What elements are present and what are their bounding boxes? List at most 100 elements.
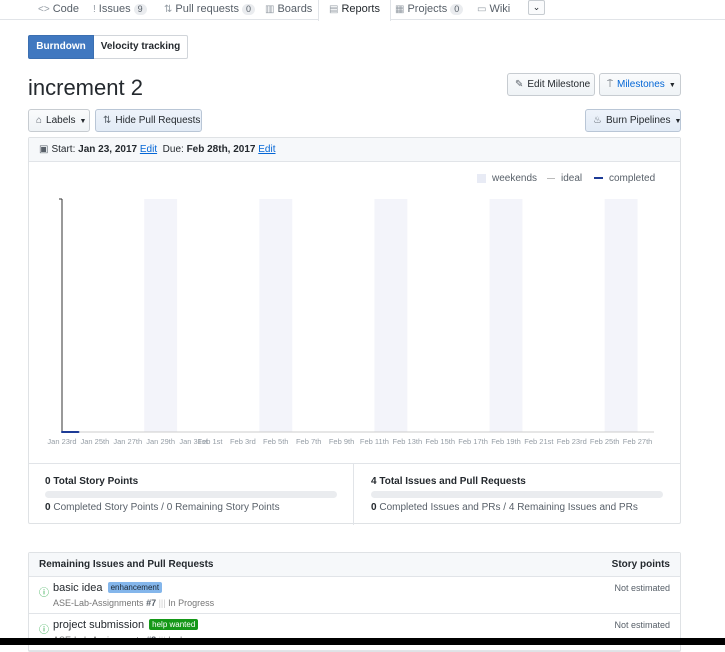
x-tick-label: Feb 21st [524,437,554,446]
remaining-issues-panel: Remaining Issues and Pull Requests Story… [28,552,681,652]
labels-label: Labels [46,115,76,126]
start-date: Jan 23, 2017 [78,144,138,155]
chevron-down-icon: ⌄ [532,2,541,12]
burndown-chart: Jan 23rd Jan 25th Jan 27th Jan 29th Jan 31st… [47,198,654,446]
x-tick-label: Feb 3rd [230,437,256,446]
calendar-icon: ▣ [39,144,49,155]
pull-request-icon: ⇅ [103,115,112,126]
caret-down-icon: ▼ [674,118,682,125]
hide-pull-requests-label: Hide Pull Requests [115,115,201,126]
burn-pipelines-label: Burn Pipelines [605,115,671,126]
stats-section: 0 Total Story Points 0 Completed Story P… [29,463,680,525]
tab-projects-label: Projects [407,3,448,15]
x-tick-label: Feb 11th [360,437,389,446]
issue-estimate: Not estimated [614,620,670,630]
burndown-toggle-button[interactable]: Burndown [28,35,94,59]
total-issues: 4 Total Issues and Pull Requests [371,476,526,487]
projects-count-badge: 0 [450,4,464,15]
tab-reports[interactable]: ▤ Reports [318,0,391,21]
code-icon: <> [38,4,50,15]
story-points-stat: 0 Total Story Points 0 Completed Story P… [29,464,354,525]
story-points-breakdown: 0 Completed Story Points / 0 Remaining S… [45,502,280,513]
x-tick-label: Jan 27th [113,437,142,446]
milestone-dates-bar: ▣ Start: Jan 23, 2017 Edit Due: Feb 28th,… [29,138,680,162]
story-points-progress-bar [45,491,337,498]
repo-nav: <> Code ! Issues 9 ⇅ Pull requests 0 ▥ Boards … [0,0,725,21]
edit-due-date-link[interactable]: Edit [258,144,275,155]
x-tick-label: Jan 29th [146,437,175,446]
story-points-column-header: Story points [611,559,670,570]
issues-count-badge: 9 [133,4,147,15]
x-tick-label: Feb 9th [329,437,354,446]
hide-pull-requests-button[interactable]: ⇅ Hide Pull Requests [95,109,202,132]
issue-opened-icon: ⓘ [39,625,49,636]
weekend-band [374,199,408,432]
tag-icon: ⌂ [36,115,43,126]
issue-icon: ! [93,4,96,15]
pencil-icon: ✎ [515,79,524,90]
book-icon: ▭ [477,4,487,15]
burn-pipelines-dropdown-button[interactable]: ♨ Burn Pipelines ▼ [585,109,681,132]
issues-header-title: Remaining Issues and Pull Requests [39,559,214,570]
label-badge: help wanted [149,619,199,630]
tab-issues-label: Issues [98,3,131,15]
tab-issues[interactable]: ! Issues 9 [93,0,147,20]
weekend-band [259,199,293,432]
taskbar-edge [0,638,725,645]
issue-title-link[interactable]: project submission help wanted [53,619,199,631]
weekend-band [604,199,638,432]
flame-icon: ♨ [593,115,602,126]
series-completed-point [61,431,63,433]
weekend-band [144,199,178,432]
caret-down-icon: ▼ [668,82,676,89]
tab-code[interactable]: <> Code [38,0,79,20]
x-tick-label: Feb 7th [296,437,321,446]
issue-meta: ASE-Lab-Assignments #7 ||| In Progress [53,598,215,608]
labels-filter-button[interactable]: ⌂ Labels ▼ [28,109,90,132]
x-tick-label: Jan 25th [80,437,109,446]
graph-icon: ▤ [329,4,339,15]
edit-milestone-button[interactable]: ✎ Edit Milestone [507,73,595,96]
milestones-label: Milestones [617,79,665,90]
issues-breakdown: 0 Completed Issues and PRs / 4 Remaining… [371,502,638,513]
tab-boards-label: Boards [277,3,313,15]
x-tick-label: Feb 5th [263,437,288,446]
x-tick-label: Feb 17th [458,437,488,446]
start-label: Start: [51,144,76,155]
completed-swatch [594,177,603,180]
project-icon: ▦ [395,4,405,15]
tab-projects[interactable]: ▦ Projects 0 [395,0,464,20]
weekend-band [489,199,523,432]
tab-reports-label: Reports [341,3,380,15]
legend-weekends: weekends [477,173,537,184]
issues-progress-bar [371,491,663,498]
x-tick-label: Feb 13th [393,437,423,446]
tab-wiki[interactable]: ▭ Wiki [477,0,510,20]
total-story-points: 0 Total Story Points [45,476,139,487]
due-date: Feb 28th, 2017 [186,144,256,155]
x-tick-label: Feb 1st [197,437,223,446]
x-tick-label: Feb 19th [491,437,521,446]
issue-opened-icon: ⓘ [39,588,49,599]
ideal-swatch [547,177,555,179]
tab-wiki-label: Wiki [489,3,511,15]
issues-table-header: Remaining Issues and Pull Requests Story… [29,553,680,577]
tab-pull-requests-label: Pull requests [175,3,239,15]
issues-stat: 4 Total Issues and Pull Requests 0 Compl… [355,464,680,525]
tab-pull-requests[interactable]: ⇅ Pull requests 0 [164,0,255,20]
more-dropdown-button[interactable]: ⌄ [528,0,545,15]
issue-estimate: Not estimated [614,583,670,593]
caret-down-icon: ▼ [79,118,87,125]
x-tick-label: Feb 15th [425,437,455,446]
issue-row[interactable]: ⓘ project submission help wanted ASE-Lab… [29,614,680,651]
issue-row[interactable]: ⓘ basic idea enhancement ASE-Lab-Assignm… [29,577,680,614]
due-label: Due: [162,144,184,155]
legend-ideal: ideal [547,173,582,184]
edit-start-date-link[interactable]: Edit [140,144,157,155]
velocity-tracking-toggle-button[interactable]: Velocity tracking [94,35,188,59]
issue-title-link[interactable]: basic idea enhancement [53,582,163,594]
milestones-dropdown-button[interactable]: ⍑ Milestones ▼ [599,73,681,96]
tab-boards[interactable]: ▥ Boards [265,0,312,20]
pull-requests-count-badge: 0 [241,4,255,15]
series-completed-point [77,431,80,433]
